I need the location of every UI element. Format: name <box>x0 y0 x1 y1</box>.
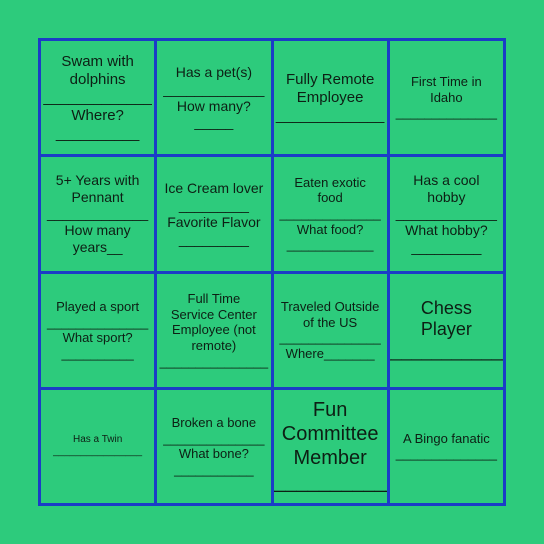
blank-line: ______________ <box>163 430 265 446</box>
bingo-cell[interactable]: 5+ Years with Pennant _____________ How man… <box>41 157 155 271</box>
cell-text: A Bingo fanatic <box>403 430 490 446</box>
cell-text: First Time in <box>410 74 482 90</box>
blank-line: _________ <box>178 230 249 247</box>
bingo-cell[interactable]: A Bingo fanatic ______________ <box>389 389 503 503</box>
blank-line: _____________ <box>43 88 152 106</box>
blank-line: ______________ <box>395 105 497 121</box>
cell-text: How many? <box>176 97 251 114</box>
blank-line: ____________ <box>286 237 374 253</box>
cell-text: remote) <box>191 337 237 353</box>
cell-text: Employee <box>296 88 364 106</box>
blank-line: _____________ <box>163 80 265 97</box>
blank-line: __________ <box>55 124 140 142</box>
bingo-cell[interactable]: Ice Cream lover _________ Favorite Flavor _… <box>157 157 271 271</box>
cell-text: Fun <box>312 399 348 422</box>
cell-text: Committee <box>281 423 379 446</box>
cell-text: Employee (not <box>171 322 256 338</box>
cell-text: Chess <box>420 297 472 318</box>
cell-text: Broken a bone <box>171 415 257 431</box>
cell-text: Service Center <box>170 306 257 322</box>
cell-text: dolphins <box>69 70 126 88</box>
cell-text: Idaho <box>430 89 463 105</box>
bingo-cell[interactable]: Swam with dolphins _____________ Where? ____… <box>41 41 155 155</box>
cell-text: What hobby? <box>405 222 488 239</box>
cell-text: Where_______ <box>285 345 375 361</box>
blank-line: ______________ <box>395 446 497 462</box>
blank-line: ______________ <box>47 314 149 330</box>
blank-line: _____________ <box>275 106 385 124</box>
cell-text: What bone? <box>178 446 249 462</box>
cell-text: years__ <box>72 239 123 256</box>
cell-text: hobby <box>427 188 466 205</box>
blank-line: _____________ <box>395 205 497 222</box>
bingo-cell[interactable]: Broken a bone ______________ What bone? ___… <box>157 389 271 503</box>
cell-text: Player <box>420 319 472 340</box>
blank-line: ________________ <box>53 446 143 458</box>
blank-line: __________ <box>61 345 134 361</box>
bingo-cell[interactable]: Played a sport ______________ What sport? _… <box>41 273 155 387</box>
cell-text: Favorite Flavor <box>167 213 261 230</box>
cell-text: What sport? <box>62 330 133 346</box>
bingo-cell[interactable]: ChessPlayer_____________ <box>389 273 503 387</box>
cell-text: of the US <box>303 314 358 330</box>
cell-text: Member <box>293 447 367 470</box>
blank-line: _____________ <box>390 340 503 361</box>
blank-line: _________ <box>178 197 249 214</box>
cell-text: Has a Twin <box>72 434 123 446</box>
cell-text: How many <box>64 222 131 239</box>
cell-text: 5+ Years with <box>55 171 140 188</box>
blank-line: ____________ <box>274 471 387 494</box>
cell-text: Eaten exotic <box>294 174 366 190</box>
bingo-cell[interactable]: Has a Twin ________________ <box>41 389 155 503</box>
cell-text: Pennant <box>71 188 124 205</box>
cell-text: Ice Cream lover <box>164 180 264 197</box>
cell-text: Where? <box>71 106 124 124</box>
bingo-cell[interactable]: Full Time Service Center Employee (not remo… <box>157 273 271 387</box>
cell-text: Has a cool <box>413 171 480 188</box>
cell-text: Full Time <box>187 291 241 307</box>
bingo-cell[interactable]: FunCommitteeMember____________ <box>273 389 387 503</box>
blank-line: _____________ <box>47 205 149 222</box>
blank-line: _____ <box>194 114 234 131</box>
bingo-cell[interactable]: Eaten exotic food ______________ What food?… <box>273 157 387 271</box>
bingo-cell[interactable]: Has a pet(s) _____________ How many? _____ <box>157 41 271 155</box>
bingo-cell[interactable]: First Time in Idaho ______________ <box>389 41 503 155</box>
blank-line: ___________ <box>174 461 254 477</box>
bingo-cell[interactable]: Fully Remote Employee _____________ <box>273 41 387 155</box>
cell-text: Traveled Outside <box>280 298 380 314</box>
cell-text: Has a pet(s) <box>175 64 252 81</box>
cell-text: Fully Remote <box>285 70 375 88</box>
bingo-cell[interactable]: Has a cool hobby _____________ What hobby? _… <box>389 157 503 271</box>
bingo-cell[interactable]: Traveled Outside of the US ______________ W… <box>273 273 387 387</box>
cell-text: What food? <box>296 221 364 237</box>
blank-line: ______________ <box>279 206 381 222</box>
cell-text: Swam with <box>61 52 134 70</box>
blank-line: _________ <box>411 239 482 256</box>
cell-text: food <box>317 190 343 206</box>
bingo-board: Swam with dolphins _____________ Where? ____… <box>38 38 506 506</box>
blank-line: ______________ <box>279 330 381 346</box>
blank-line: _______________ <box>159 353 269 369</box>
cell-text: Played a sport <box>56 298 140 314</box>
